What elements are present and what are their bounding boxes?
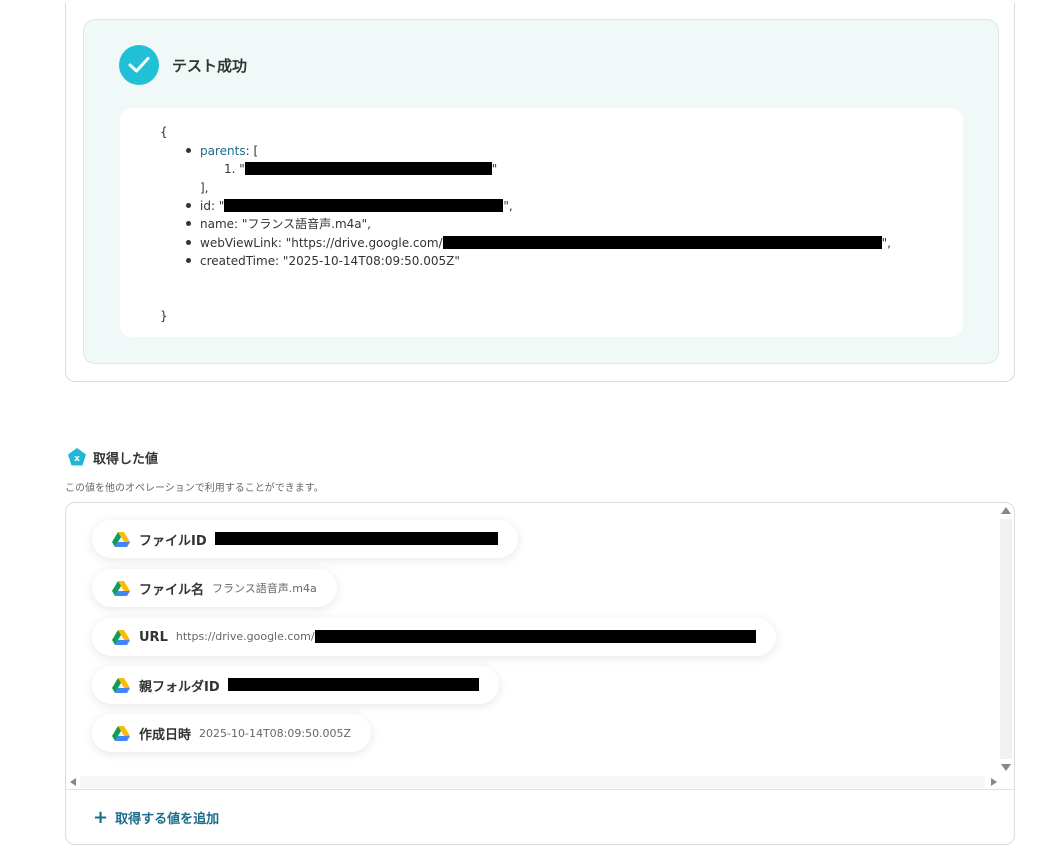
pill-value: フランス語音声.m4a (212, 582, 317, 595)
parents-open: : [ (245, 144, 259, 158)
pill-label: ファイルID (139, 533, 207, 549)
plus-icon: + (93, 806, 109, 828)
parents-key[interactable]: parents (200, 144, 246, 158)
redacted-url (314, 629, 756, 643)
createdtime-line-text: createdTime: "2025-10-14T08:09:50.005Z" (200, 254, 460, 268)
value-pill-file-id[interactable]: ファイルID (92, 520, 518, 558)
json-open-brace: { (160, 125, 168, 139)
value-pill-parent-folder-id[interactable]: 親フォルダID (92, 666, 499, 704)
bullet (186, 258, 191, 263)
scroll-up-arrow-icon[interactable] (1001, 507, 1011, 514)
google-drive-icon (112, 581, 130, 596)
redacted-file-id (214, 531, 498, 545)
svg-text:x: x (74, 454, 80, 464)
success-title: テスト成功 (172, 56, 248, 75)
pill-label: 作成日時 (139, 727, 192, 743)
webviewlink-suffix: ", (881, 236, 891, 250)
bullet (186, 148, 191, 153)
values-list: ファイルID ファイル名 フランス語音声.m4a URL https://dri… (66, 503, 1001, 775)
id-suffix: ", (503, 199, 513, 213)
variable-pentagon-icon: x (68, 448, 86, 466)
url-text: https://drive.google.com/ (175, 630, 315, 644)
pill-label: ファイル名 (139, 582, 205, 598)
redacted-id (224, 199, 504, 212)
google-drive-icon (112, 532, 130, 547)
pill-label: 親フォルダID (139, 679, 220, 695)
scroll-down-arrow-icon[interactable] (1001, 764, 1011, 771)
json-id-line: id: " ", (186, 198, 513, 214)
horizontal-scroll-track[interactable] (80, 776, 985, 788)
json-parents-close: ], (200, 181, 209, 195)
vertical-scroll-track[interactable] (1000, 519, 1012, 759)
redacted-parent-id (244, 162, 492, 175)
json-webviewlink-line: webViewLink: "https://drive.google.com/ "… (186, 235, 891, 251)
horizontal-scrollbar[interactable] (66, 775, 1001, 789)
webviewlink-prefix: webViewLink: "https://drive.google.com/ (200, 236, 443, 250)
scroll-left-arrow-icon[interactable] (70, 778, 76, 786)
value-pill-file-name[interactable]: ファイル名 フランス語音声.m4a (92, 569, 337, 607)
value-pill-created-time[interactable]: 作成日時 2025-10-14T08:09:50.005Z (92, 714, 372, 752)
add-value-button[interactable]: + 取得する値を追加 (93, 808, 219, 827)
success-panel: テスト成功 { parents: [ 1. " " ], id: " ", name… (83, 19, 999, 364)
parents-item-suffix: " (491, 162, 498, 176)
bullet (186, 221, 191, 226)
pill-value: 2025-10-14T08:09:50.005Z (199, 726, 352, 740)
json-name-line: name: "フランス語音声.m4a", (186, 216, 371, 232)
acquired-values-card: ファイルID ファイル名 フランス語音声.m4a URL https://dri… (65, 502, 1015, 845)
bullet (186, 240, 191, 245)
pill-label: URL (139, 629, 168, 645)
bullet (186, 203, 191, 208)
id-prefix: id: " (200, 199, 225, 213)
values-footer: + 取得する値を追加 (66, 789, 1014, 844)
json-close-brace: } (160, 309, 168, 323)
test-result-card: テスト成功 { parents: [ 1. " " ], id: " ", name… (65, 3, 1015, 382)
section-description: この値を他のオペレーションで利用することができます。 (65, 483, 324, 494)
scroll-right-arrow-icon[interactable] (991, 778, 997, 786)
json-parents-item: 1. " " (224, 161, 497, 177)
section-title: 取得した値 (93, 451, 159, 467)
json-createdtime-line: createdTime: "2025-10-14T08:09:50.005Z" (186, 253, 460, 269)
json-output: { parents: [ 1. " " ], id: " ", name: "フラン… (120, 108, 963, 337)
redacted-parent-folder-id (227, 677, 479, 691)
pill-value: https://drive.google.com/ (175, 629, 756, 644)
json-parents-line: parents: [ (186, 143, 258, 159)
pill-value (227, 677, 479, 692)
add-value-label: 取得する値を追加 (115, 812, 220, 827)
value-pill-url[interactable]: URL https://drive.google.com/ (92, 618, 776, 656)
redacted-webviewlink (442, 236, 882, 249)
google-drive-icon (112, 726, 130, 741)
google-drive-icon (112, 678, 130, 693)
name-line-text: name: "フランス語音声.m4a", (200, 217, 371, 231)
check-circle-icon (119, 45, 159, 85)
google-drive-icon (112, 630, 130, 645)
success-header: テスト成功 (119, 45, 247, 85)
pill-value (214, 531, 498, 546)
parents-item-prefix: 1. " (224, 162, 245, 176)
vertical-scrollbar[interactable] (998, 503, 1014, 775)
acquired-values-heading: x 取得した値 (67, 447, 158, 467)
